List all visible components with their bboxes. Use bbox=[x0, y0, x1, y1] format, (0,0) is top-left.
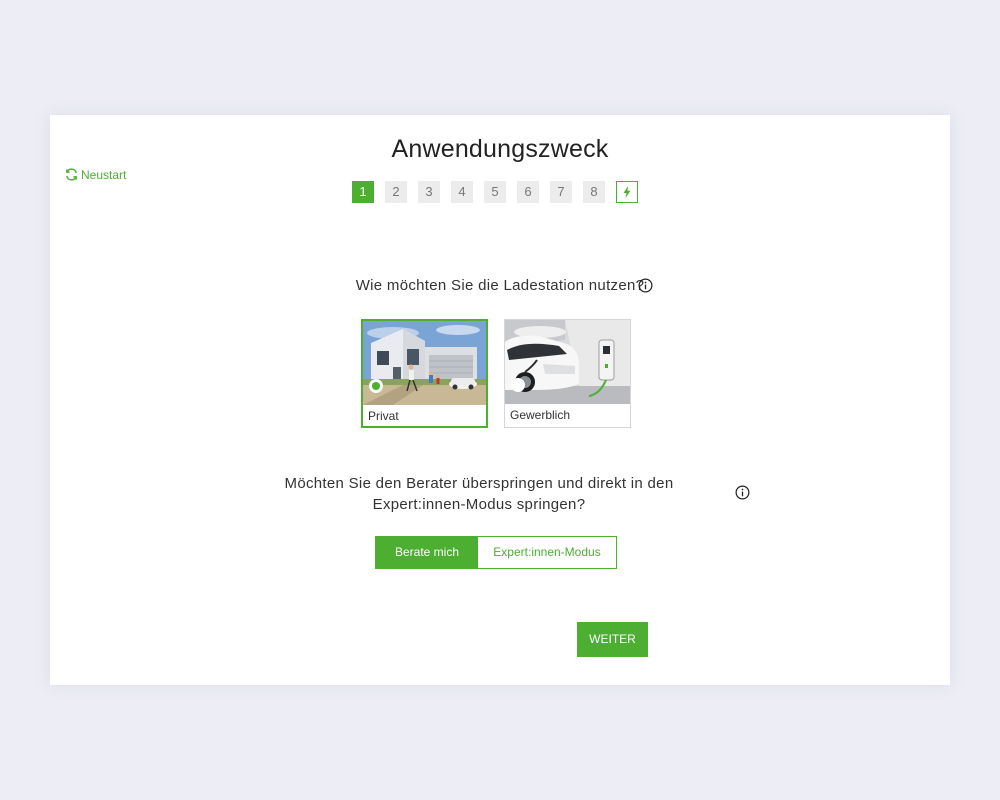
step-1[interactable]: 1 bbox=[352, 181, 374, 203]
house-family-car-photo bbox=[363, 321, 486, 405]
step-4[interactable]: 4 bbox=[451, 181, 473, 203]
step-2[interactable]: 2 bbox=[385, 181, 407, 203]
step-indicator: 1 2 3 4 5 6 7 8 bbox=[352, 181, 638, 203]
info-icon[interactable] bbox=[638, 278, 653, 293]
next-button[interactable]: WEITER bbox=[577, 622, 648, 657]
refresh-icon bbox=[66, 168, 77, 181]
usage-question: Wie möchten Sie die Ladestation nutzen? bbox=[355, 277, 645, 294]
step-final[interactable] bbox=[616, 181, 638, 203]
page-title: Anwendungszweck bbox=[391, 135, 609, 163]
bolt-icon bbox=[623, 186, 631, 198]
step-5[interactable]: 5 bbox=[484, 181, 506, 203]
usage-option-label: Gewerblich bbox=[510, 408, 571, 422]
radio-unselected-indicator bbox=[511, 378, 525, 392]
configurator-card: Neustart Anwendungszweck 1 2 3 4 5 6 7 8… bbox=[50, 115, 950, 685]
radio-selected-indicator bbox=[369, 379, 383, 393]
restart-button[interactable]: Neustart bbox=[64, 167, 126, 182]
step-3[interactable]: 3 bbox=[418, 181, 440, 203]
advise-mode-button[interactable]: Berate mich bbox=[376, 537, 478, 568]
info-icon[interactable] bbox=[735, 485, 750, 500]
restart-label: Neustart bbox=[81, 167, 127, 182]
usage-option-business[interactable]: Gewerblich bbox=[504, 319, 631, 428]
step-8[interactable]: 8 bbox=[583, 181, 605, 203]
mode-toggle: Berate mich Expert:innen-Modus bbox=[375, 536, 617, 569]
step-7[interactable]: 7 bbox=[550, 181, 572, 203]
step-6[interactable]: 6 bbox=[517, 181, 539, 203]
car-charging-at-wallbox-photo bbox=[505, 320, 630, 404]
expert-mode-button[interactable]: Expert:innen-Modus bbox=[478, 537, 616, 568]
mode-question: Möchten Sie den Berater überspringen und… bbox=[284, 475, 674, 513]
usage-option-private[interactable]: Privat bbox=[361, 319, 488, 428]
usage-option-label: Privat bbox=[368, 409, 399, 423]
